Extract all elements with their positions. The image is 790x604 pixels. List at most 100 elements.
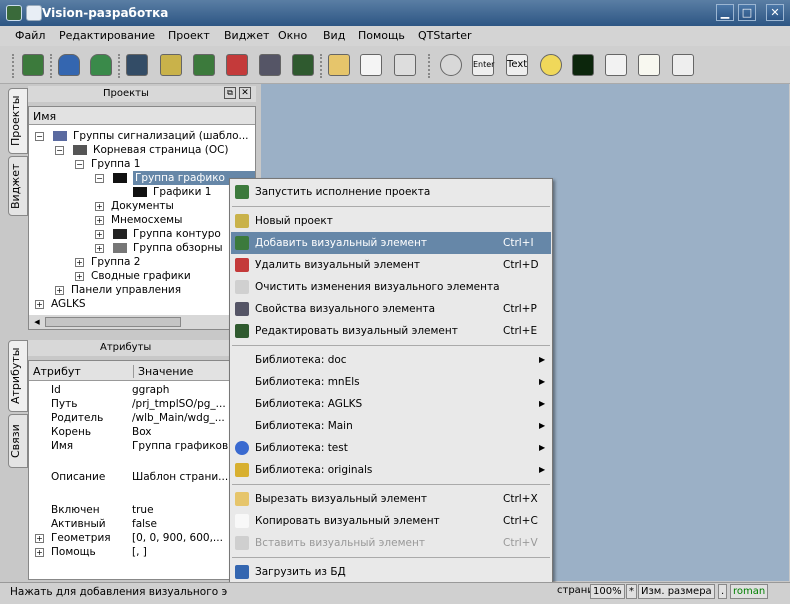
tree-item[interactable]: Группа контуро xyxy=(133,227,221,241)
menu-edit[interactable]: Редактирование xyxy=(59,29,155,42)
menu-window[interactable]: Окно xyxy=(278,29,307,42)
attribute-value[interactable]: Box xyxy=(132,425,152,439)
tab-attributes[interactable]: Атрибуты xyxy=(8,340,28,412)
tree-expander[interactable]: − xyxy=(95,174,104,183)
context-menu-item[interactable]: Библиотека: doc ▶ xyxy=(231,349,551,371)
tree-item[interactable]: AGLKS xyxy=(51,297,86,311)
document-icon[interactable] xyxy=(638,54,660,76)
attribute-value[interactable]: true xyxy=(132,503,154,517)
context-menu-item[interactable]: Новый проект xyxy=(231,210,551,232)
tab-projects[interactable]: Проекты xyxy=(8,88,28,154)
float-panel-button[interactable]: ⧉ xyxy=(224,87,236,99)
tree-item[interactable]: Группа 1 xyxy=(91,157,140,171)
attribute-row[interactable]: Корень Box xyxy=(29,425,239,439)
cut-icon[interactable] xyxy=(328,54,350,76)
value-icon[interactable] xyxy=(672,54,694,76)
tree-item[interactable]: Мнемосхемы xyxy=(111,213,182,227)
tree-item[interactable]: Группа 2 xyxy=(91,255,140,269)
tree-expander[interactable]: + xyxy=(95,230,104,239)
attribute-row[interactable]: Описание Шаблон страни... xyxy=(29,453,239,501)
media-icon[interactable] xyxy=(540,54,562,76)
attribute-row[interactable]: Id ggraph xyxy=(29,383,239,397)
context-menu-item[interactable]: Удалить визуальный элемент Ctrl+D xyxy=(231,254,551,276)
tree-item[interactable]: Графики 1 xyxy=(153,185,212,199)
tree-expander[interactable]: − xyxy=(35,132,44,141)
menu-qtstarter[interactable]: QTStarter xyxy=(418,29,472,42)
menu-project[interactable]: Проект xyxy=(168,29,210,42)
edit-widget-icon[interactable] xyxy=(292,54,314,76)
tree-expander[interactable]: + xyxy=(95,216,104,225)
context-menu-item[interactable]: Библиотека: mnEls ▶ xyxy=(231,371,551,393)
attribute-row[interactable]: Путь/prj_tmplSO/pg_... xyxy=(29,397,239,411)
menu-widget[interactable]: Виджет xyxy=(224,29,269,42)
attribute-value[interactable]: false xyxy=(132,517,157,531)
tab-widget[interactable]: Виджет xyxy=(8,156,28,216)
load-db-icon[interactable] xyxy=(58,54,80,76)
attribute-value[interactable]: Группа графиков xyxy=(132,439,228,453)
tree-expander[interactable]: + xyxy=(95,244,104,253)
tree-item[interactable]: Документы xyxy=(111,199,174,213)
menu-view[interactable]: Вид xyxy=(323,29,345,42)
tree-item[interactable]: Панели управления xyxy=(71,283,181,297)
paste-icon[interactable] xyxy=(394,54,416,76)
context-menu-item[interactable]: Вырезать визуальный элемент Ctrl+X xyxy=(231,488,551,510)
save-db-icon[interactable] xyxy=(90,54,112,76)
attribute-row[interactable]: Родитель/wlb_Main/wdg_... xyxy=(29,411,239,425)
tree-item[interactable]: Группа обзорны xyxy=(133,241,223,255)
scroll-left-button[interactable]: ◀ xyxy=(31,316,43,328)
add-widget-icon[interactable] xyxy=(193,54,215,76)
context-menu-item[interactable]: Добавить визуальный элемент Ctrl+I xyxy=(231,232,551,254)
column-value[interactable]: Значение xyxy=(133,365,193,378)
status-resize[interactable]: Изм. размера xyxy=(638,584,715,599)
attribute-row[interactable]: + Геометрия [0, 0, 900, 600,... xyxy=(29,531,239,545)
column-attribute[interactable]: Атрибут xyxy=(33,365,81,378)
tree-item[interactable]: Сводные графики xyxy=(91,269,191,283)
context-menu-item[interactable]: Редактировать визуальный элемент Ctrl+E xyxy=(231,320,551,342)
attribute-value[interactable]: ggraph xyxy=(132,383,169,397)
properties-icon[interactable] xyxy=(259,54,281,76)
attribute-row[interactable]: Включен true xyxy=(29,503,239,517)
menu-help[interactable]: Помощь xyxy=(358,29,405,42)
attribute-expander[interactable]: + xyxy=(35,534,44,543)
context-menu-item[interactable]: Запустить исполнение проекта xyxy=(231,181,551,203)
status-user[interactable]: roman xyxy=(730,584,769,599)
minimize-button[interactable]: ▁ xyxy=(716,4,734,21)
tree-expander[interactable]: + xyxy=(95,202,104,211)
attributes-table[interactable]: Атрибут Значение Id ggraph Путь/prj_tmplSO… xyxy=(28,360,256,580)
copy-icon[interactable] xyxy=(360,54,382,76)
delete-widget-icon[interactable] xyxy=(226,54,248,76)
diagram-icon[interactable] xyxy=(572,54,594,76)
run-project-icon[interactable] xyxy=(22,54,44,76)
tree-expander[interactable]: − xyxy=(75,160,84,169)
attribute-row[interactable]: Имя Группа графиков xyxy=(29,439,239,453)
attribute-expander[interactable]: + xyxy=(35,548,44,557)
close-button[interactable]: ✕ xyxy=(766,4,784,21)
tree-expander[interactable]: + xyxy=(75,258,84,267)
toolbar-handle[interactable] xyxy=(12,54,14,78)
context-menu-item[interactable]: Библиотека: AGLKS ▶ xyxy=(231,393,551,415)
tree-expander[interactable]: + xyxy=(55,286,64,295)
attribute-value[interactable]: [0, 0, 900, 600,... xyxy=(132,531,223,545)
menu-file[interactable]: Файл xyxy=(15,29,45,42)
context-menu-item[interactable]: Свойства визуального элемента Ctrl+P xyxy=(231,298,551,320)
close-panel-button[interactable]: ✕ xyxy=(239,87,251,99)
tree-item[interactable]: Группы сигнализаций (шабло... xyxy=(73,129,249,143)
tree-column-name[interactable]: Имя xyxy=(33,110,56,123)
new-project-icon[interactable] xyxy=(126,54,148,76)
context-menu-item[interactable]: Библиотека: Main ▶ xyxy=(231,415,551,437)
maximize-button[interactable]: □ xyxy=(738,4,756,21)
elfigure-icon[interactable] xyxy=(440,54,462,76)
context-menu-item[interactable]: Библиотека: originals ▶ xyxy=(231,459,551,481)
tree-hscrollbar[interactable]: ◀ xyxy=(29,315,255,329)
tree-expander[interactable]: − xyxy=(55,146,64,155)
attribute-row[interactable]: + Помощь [, ] xyxy=(29,545,239,559)
context-menu-item[interactable]: Загрузить из БД xyxy=(231,561,551,583)
attribute-value[interactable]: /prj_tmplSO/pg_... xyxy=(132,397,226,411)
attribute-row[interactable]: Активный false xyxy=(29,517,239,531)
formel-icon[interactable]: Enter xyxy=(472,54,494,76)
attribute-value[interactable]: Шаблон страни... xyxy=(132,453,228,501)
context-menu-item[interactable]: Очистить изменения визуального элемента xyxy=(231,276,551,298)
attribute-value[interactable]: [, ] xyxy=(132,545,147,559)
projects-tree[interactable]: Имя − Группы сигнализаций (шабло... − Корне… xyxy=(28,106,256,330)
window-menu-icon[interactable] xyxy=(6,5,22,21)
